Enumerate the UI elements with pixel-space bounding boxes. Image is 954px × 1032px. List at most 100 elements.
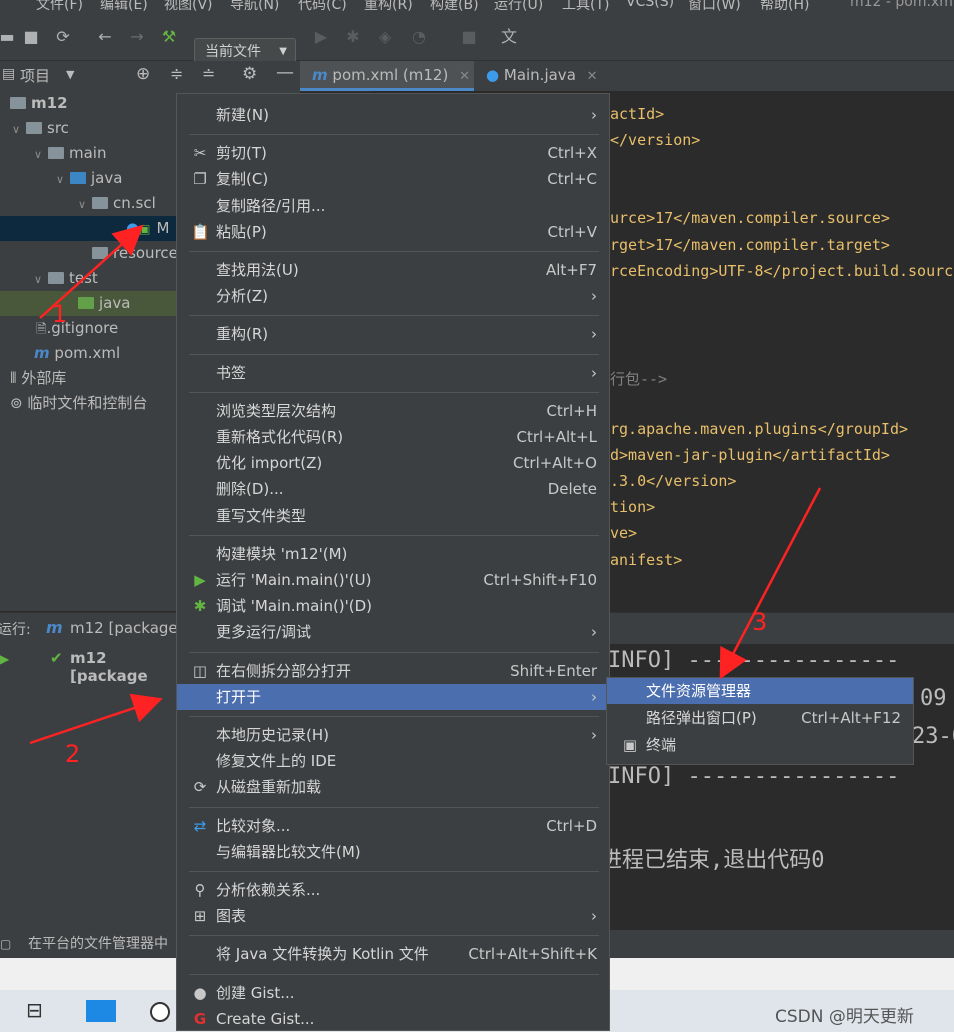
menu-item[interactable]: 窗口(W) [688,0,741,14]
menu-item-label: 新建(N) [216,106,269,124]
menu-item[interactable]: 本地历史记录(H) › [177,722,609,748]
app-icon[interactable] [150,1002,170,1022]
folder-icon [48,272,64,284]
open-in-submenu: 文件资源管理器 路径弹出窗口(P) Ctrl+Alt+F12 ▣ 终端 [606,677,914,765]
menu-item[interactable]: 运行(U) [494,0,543,14]
menu-item[interactable]: G Create Gist... [177,1006,609,1032]
back-icon[interactable]: ← [94,26,116,48]
menu-item[interactable]: 优化 import(Z) Ctrl+Alt+O [177,450,609,476]
open-icon[interactable]: ▬ [0,26,18,48]
menu-item[interactable]: 删除(D)... Delete [177,476,609,502]
menu-item[interactable]: 文件资源管理器 [607,678,913,704]
debug-icon[interactable]: ✱ [342,26,364,48]
code-line: rg.apache.maven.plugins</groupId> [610,420,909,438]
task-view-icon[interactable]: ⊟ [26,998,43,1022]
menu-item[interactable]: ▣ 终端 [607,732,913,758]
menu-item[interactable]: ⚲ 分析依赖关系... [177,877,609,903]
menu-item[interactable]: 代码(C) [298,0,347,14]
menu-item-label: 分析依赖关系... [216,881,321,899]
build-hammer-icon[interactable]: ⚒ [158,26,180,48]
menu-item[interactable]: 文件(F) [36,0,83,14]
close-icon[interactable]: ✕ [459,69,470,84]
chevron-down-icon: ∨ [34,148,43,161]
menu-item[interactable]: VCS(S) [626,0,674,10]
tab-pom-xml[interactable]: m pom.xml (m12) ✕ [300,61,474,91]
menu-item[interactable]: ❐ 复制(C) Ctrl+C [177,166,609,192]
menu-item[interactable]: ▶ 运行 'Main.main()'(U) Ctrl+Shift+F10 [177,567,609,593]
menu-item[interactable]: ✱ 调试 'Main.main()'(D) [177,593,609,619]
hide-icon[interactable]: — [276,62,294,83]
menu-item[interactable]: 重构(R) [364,0,413,14]
menu-item-icon: 📋 [191,222,210,241]
menu-item-label: 复制路径/引用... [216,196,326,215]
tree-label: 外部库 [21,369,67,387]
menu-item[interactable]: 复制路径/引用... [177,193,609,219]
menu-item[interactable]: 重新格式化代码(R) Ctrl+Alt+L [177,424,609,450]
close-icon[interactable]: ✕ [587,69,598,84]
console-line: INFO] ---------------- [608,648,900,673]
menu-item[interactable]: 打开于 › [177,683,609,710]
menu-item[interactable]: 新建(N) › [177,102,609,128]
menu-item[interactable]: 更多运行/调试 › [177,619,609,645]
menu-item[interactable]: ⊞ 图表 › [177,903,609,929]
menu-item[interactable]: 查找用法(U) Alt+F7 [177,257,609,283]
menu-separator [189,973,599,975]
console-line: INFO] ---------------- [608,764,900,789]
panel-toggle-icon[interactable]: ▢ [0,930,11,958]
menu-item[interactable]: 修复文件上的 IDE [177,748,609,774]
folder-icon [26,122,42,134]
menu-item[interactable]: ● 创建 Gist... [177,980,609,1006]
menu-item[interactable]: 将 Java 文件转换为 Kotlin 文件 Ctrl+Alt+Shift+K [177,941,609,967]
code-line: d>maven-jar-plugin</artifactId> [610,446,890,464]
file-icon: 🗎 [36,322,47,337]
menu-item[interactable]: 构建(B) [430,0,479,14]
menu-item[interactable]: 书签 › [177,360,609,386]
menu-item[interactable]: 路径弹出窗口(P) Ctrl+Alt+F12 [607,705,913,731]
tree-label: resources [113,244,186,262]
menu-separator [189,353,599,355]
menu-item[interactable]: 重写文件类型 [177,503,609,529]
menu-item-shortcut: Ctrl+V [547,222,597,241]
tab-main-java[interactable]: ● Main.java ✕ [476,61,606,91]
console-line: 进程已结束,退出代码0 [600,848,825,873]
lock-icon: ▣ [139,222,151,236]
menu-item[interactable]: 视图(V) [164,0,213,14]
collapse-all-icon[interactable]: ≐ [202,64,215,83]
menu-item-label: 路径弹出窗口(P) [646,709,757,727]
mail-icon[interactable] [86,1000,116,1022]
menu-item[interactable]: 导航(N) [230,0,279,14]
menu-item[interactable]: 分析(Z) › [177,283,609,309]
stop-icon[interactable]: ■ [458,26,480,48]
locate-icon[interactable]: ⊕ [136,64,150,84]
expand-all-icon[interactable]: ≑ [170,64,183,83]
gear-icon[interactable]: ⚙ [242,64,257,84]
menu-item[interactable]: ◫ 在右侧拆分部分打开 Shift+Enter [177,658,609,684]
run-tree-item[interactable]: m12 [package [70,649,180,685]
profile-icon[interactable]: ◔ [408,26,430,48]
project-title[interactable]: 项目 [20,65,50,86]
menu-item[interactable]: ✂ 剪切(T) Ctrl+X [177,140,609,166]
tree-label: cn.scl [113,194,156,212]
menu-item[interactable]: 帮助(H) [760,0,809,14]
rerun-icon[interactable]: ▶ [0,652,9,666]
menu-item[interactable]: 与编辑器比较文件(M) [177,839,609,865]
menu-item[interactable]: 构建模块 'm12'(M) [177,541,609,567]
coverage-icon[interactable]: ◈ [374,26,396,48]
run-config-tab[interactable]: m12 [package] [70,619,184,637]
menu-separator [189,935,599,937]
sync-icon[interactable]: ⟳ [52,26,74,48]
menu-item[interactable]: 浏览类型层次结构 Ctrl+H [177,398,609,424]
run-icon[interactable]: ▶ [310,26,332,48]
forward-icon[interactable]: → [126,26,148,48]
translate-icon[interactable]: 文 [498,26,520,48]
save-icon[interactable]: ■ [20,26,42,48]
menu-item[interactable]: ⟳ 从磁盘重新加载 [177,774,609,800]
menu-item[interactable]: 重构(R) › [177,321,609,347]
menu-item[interactable]: 编辑(E) [100,0,148,14]
menu-item[interactable]: 工具(T) [562,0,609,14]
menu-item[interactable]: ⇄ 比较对象... Ctrl+D [177,813,609,839]
annotation-number-3: 3 [752,608,768,636]
project-panel-header: ▤ 项目 ▼ ⊕ ≑ ≐ ⚙ — [0,61,300,91]
menu-item[interactable]: 📋 粘贴(P) Ctrl+V [177,219,609,245]
chevron-down-icon[interactable]: ▼ [66,68,74,81]
